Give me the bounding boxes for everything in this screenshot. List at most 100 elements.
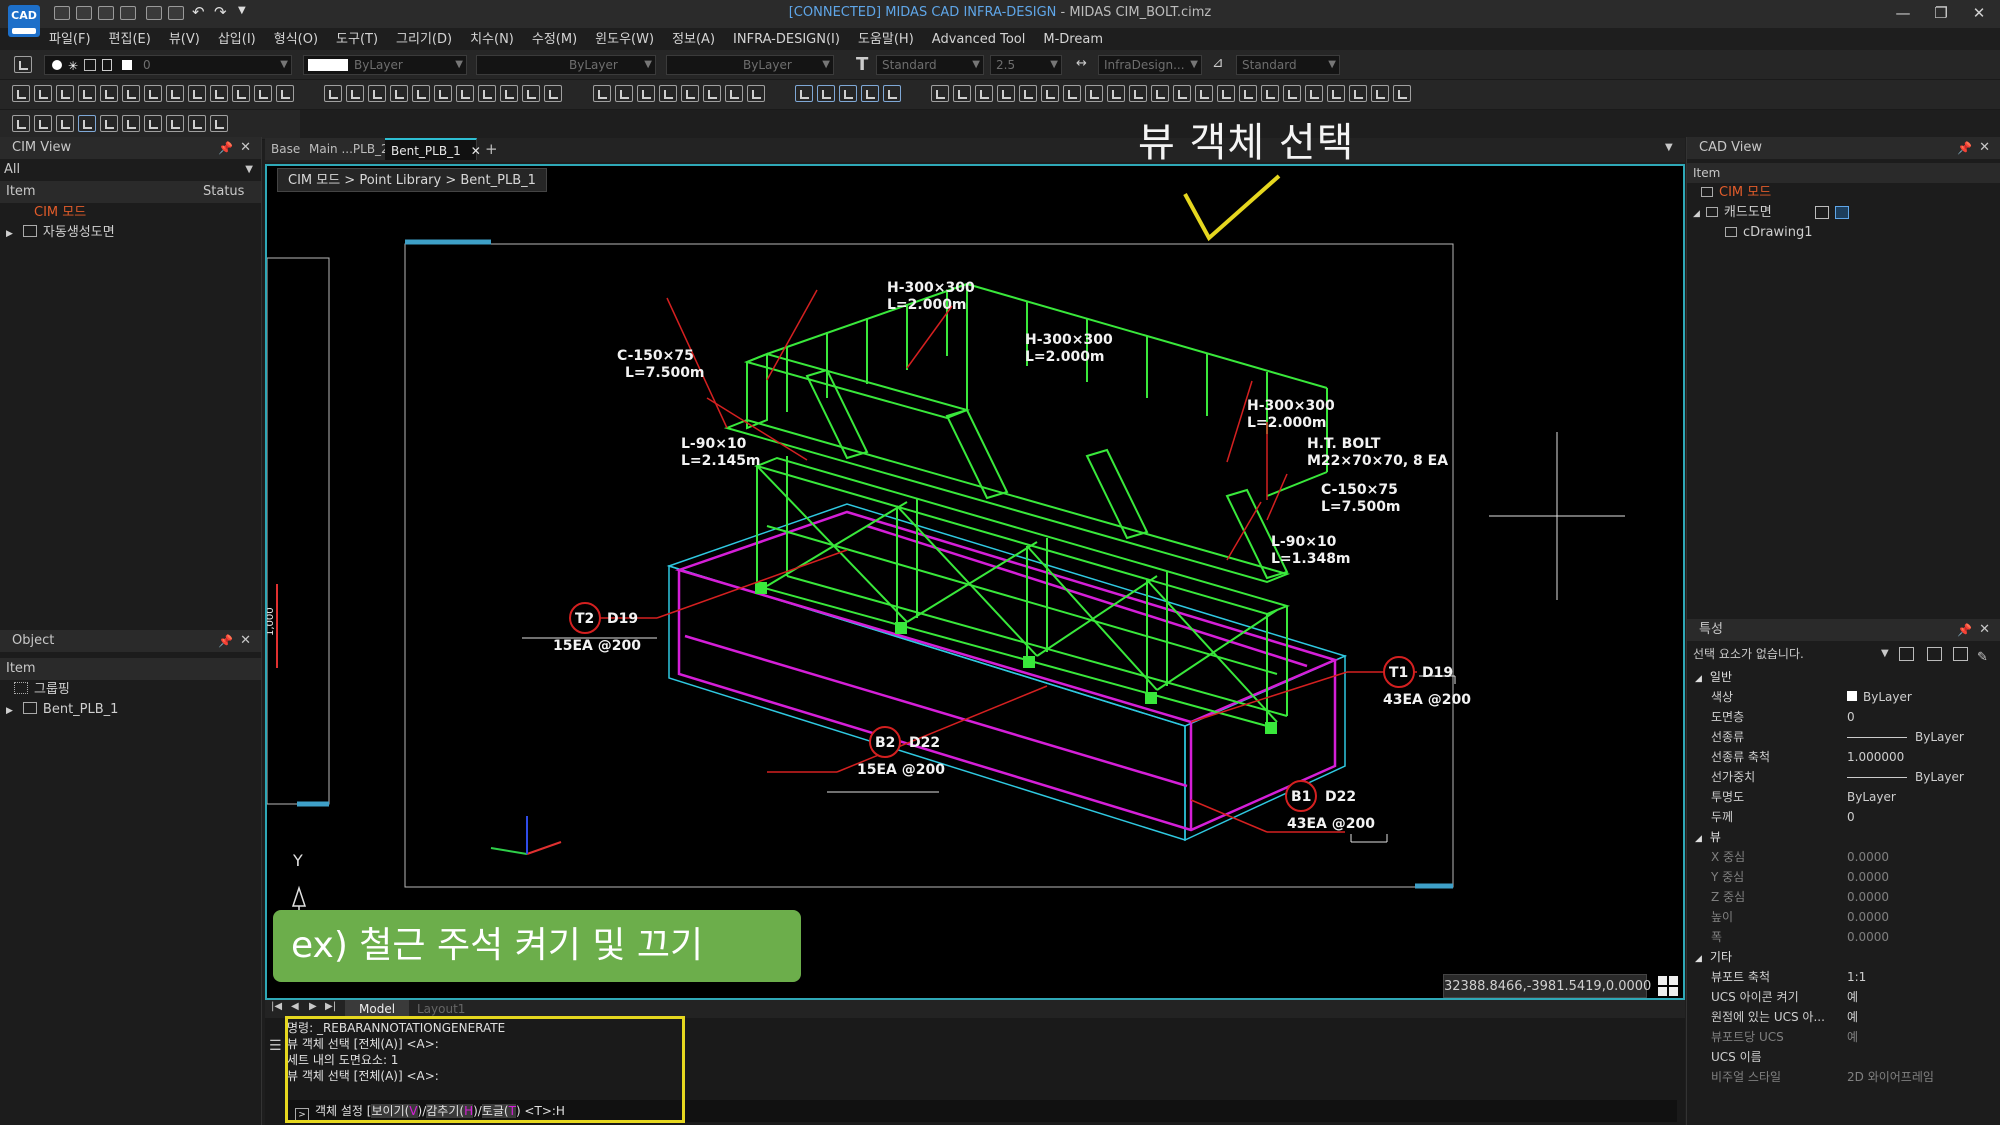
table-style-icon[interactable]: ⊿ (1212, 55, 1224, 71)
layers-icon[interactable] (12, 115, 30, 132)
prop-thickness[interactable]: 두께 0 (1687, 807, 2000, 827)
prop-y-center[interactable]: Y 중심 0.0000 (1687, 867, 2000, 887)
tab-main-plb-2[interactable]: Main ...PLB_2 (303, 138, 396, 160)
prop-ucs-name[interactable]: UCS 이름 (1687, 1047, 2000, 1067)
gear-icon[interactable] (975, 85, 994, 102)
menu-infra-design[interactable]: INFRA-DESIGN(I) (724, 28, 849, 52)
tree-item-cdrawing1[interactable]: cDrawing1 (1687, 223, 2000, 243)
prop-color[interactable]: 색상 ByLayer (1687, 687, 2000, 707)
pen-icon[interactable] (56, 85, 74, 102)
member-icon[interactable] (1041, 85, 1060, 102)
quick-select-icon[interactable] (1899, 647, 1914, 661)
prop-width[interactable]: 폭 0.0000 (1687, 927, 2000, 947)
frame-icon[interactable] (997, 85, 1016, 102)
tree-item-cim-mode[interactable]: CIM 모드 (1687, 183, 2000, 203)
block-icon[interactable] (188, 85, 206, 102)
table-merge-icon[interactable] (860, 85, 879, 102)
text-style-combo[interactable]: Standard ▼ (876, 55, 984, 75)
chevron-right-icon[interactable]: ▶ (6, 229, 13, 239)
line-dash-icon[interactable] (122, 115, 140, 132)
dim-angle-icon[interactable] (144, 85, 162, 102)
template-icon[interactable] (1349, 85, 1368, 102)
chevron-right-icon[interactable]: ▶ (6, 706, 13, 716)
chamfer-icon[interactable] (544, 85, 563, 102)
close-icon[interactable]: ✕ (1979, 619, 1990, 641)
list-icon[interactable] (746, 85, 765, 102)
dim-style-icon[interactable]: ↔ (1076, 56, 1087, 71)
library-icon[interactable] (1305, 85, 1324, 102)
section-general[interactable]: ◢ 일반 (1687, 667, 2000, 687)
trim-icon[interactable] (478, 85, 497, 102)
extend-icon[interactable] (500, 85, 519, 102)
pin-icon[interactable]: ✎ (1977, 645, 1988, 671)
selection-select[interactable]: 선택 요소가 없습니다. ▼ ✎ (1687, 641, 2000, 667)
prop-linetype[interactable]: 선종류 ByLayer (1687, 727, 2000, 747)
catalog-icon[interactable] (1327, 85, 1346, 102)
prop-z-center[interactable]: Z 중심 0.0000 (1687, 887, 2000, 907)
edit-icon[interactable] (210, 85, 228, 102)
view-toggle-active-icon[interactable] (1835, 206, 1849, 219)
prop-layer[interactable]: 도면층 0 (1687, 707, 2000, 727)
add-tab-button[interactable]: + (479, 138, 504, 160)
restore-icon[interactable]: ❐ (1926, 2, 1956, 24)
fillet-icon[interactable] (522, 85, 541, 102)
link-icon[interactable] (1019, 85, 1038, 102)
menu-info[interactable]: 정보(A) (663, 28, 724, 52)
settings-icon[interactable] (1217, 85, 1236, 102)
frame-select-icon[interactable] (34, 115, 52, 132)
rotate-icon[interactable] (346, 85, 365, 102)
menu-format[interactable]: 형식(O) (265, 28, 327, 52)
text-style-icon[interactable]: T (856, 54, 868, 75)
prop-ucs-icon-on[interactable]: UCS 아이콘 켜기 예 (1687, 987, 2000, 1007)
menu-advanced-tool[interactable]: Advanced Tool (923, 28, 1035, 52)
close-icon[interactable]: ✕ (240, 630, 251, 652)
menu-window[interactable]: 윈도우(W) (586, 28, 663, 52)
section-icon[interactable] (953, 85, 972, 102)
tree-item-cim-mode[interactable]: CIM 모드 (0, 203, 261, 223)
arc-icon[interactable] (412, 85, 431, 102)
prop-ucs-per-viewport[interactable]: 뷰포트당 UCS 예 (1687, 1027, 2000, 1047)
tree-item-bent-plb-1[interactable]: ▶ Bent_PLB_1 (0, 700, 261, 720)
chevron-down-icon[interactable]: ◢ (1693, 209, 1700, 219)
close-icon[interactable]: ✕ (240, 137, 251, 159)
prop-height[interactable]: 높이 0.0000 (1687, 907, 2000, 927)
pan-icon[interactable] (658, 85, 677, 102)
menu-modify[interactable]: 수정(M) (523, 28, 586, 52)
lineweight-combo[interactable]: ByLayer ▼ (666, 55, 834, 75)
export-icon[interactable] (1371, 85, 1390, 102)
menu-icon[interactable]: ☰ (269, 1038, 282, 1054)
prop-ucs-at-origin[interactable]: 원점에 있는 UCS 아... 예 (1687, 1007, 2000, 1027)
table-insert-icon[interactable] (816, 85, 835, 102)
layer-manager-icon[interactable] (14, 56, 32, 73)
match-props-icon[interactable] (100, 115, 118, 132)
pick-icon[interactable] (56, 115, 74, 132)
menu-draw[interactable]: 그리기(D) (387, 28, 461, 52)
minimize-icon[interactable]: — (1888, 2, 1918, 24)
report-icon[interactable] (1261, 85, 1280, 102)
text-edit-icon[interactable] (232, 85, 250, 102)
leader-icon[interactable] (254, 85, 272, 102)
bolt-icon[interactable] (1129, 85, 1148, 102)
chevron-down-icon[interactable]: ▼ (1665, 142, 1673, 153)
layer-color-swatch[interactable] (122, 60, 132, 70)
grid-icon[interactable] (1393, 85, 1412, 102)
menu-file[interactable]: 파일(F) (40, 28, 100, 52)
close-icon[interactable]: ✕ (1964, 2, 1994, 24)
line-icon[interactable] (34, 85, 52, 102)
brush-icon[interactable] (210, 115, 228, 132)
sun-icon[interactable]: ✳ (68, 59, 78, 73)
prev-page-icon[interactable]: ◀ (291, 1001, 299, 1012)
polyline-icon[interactable] (78, 85, 96, 102)
annotation-icon[interactable] (1173, 85, 1192, 102)
mleader-icon[interactable] (276, 85, 294, 102)
viewport-icon[interactable] (614, 85, 633, 102)
pin-icon[interactable]: 📌 (1957, 137, 1972, 159)
area-icon[interactable] (702, 85, 721, 102)
distance-icon[interactable] (724, 85, 743, 102)
prop-viewport-scale[interactable]: 뷰포트 축척 1:1 (1687, 967, 2000, 987)
close-icon[interactable]: ✕ (1979, 137, 1990, 159)
select-icon[interactable] (78, 115, 96, 132)
menu-edit[interactable]: 편집(E) (100, 28, 160, 52)
select-objects-icon[interactable] (1927, 647, 1942, 661)
zoom-icon[interactable] (636, 85, 655, 102)
